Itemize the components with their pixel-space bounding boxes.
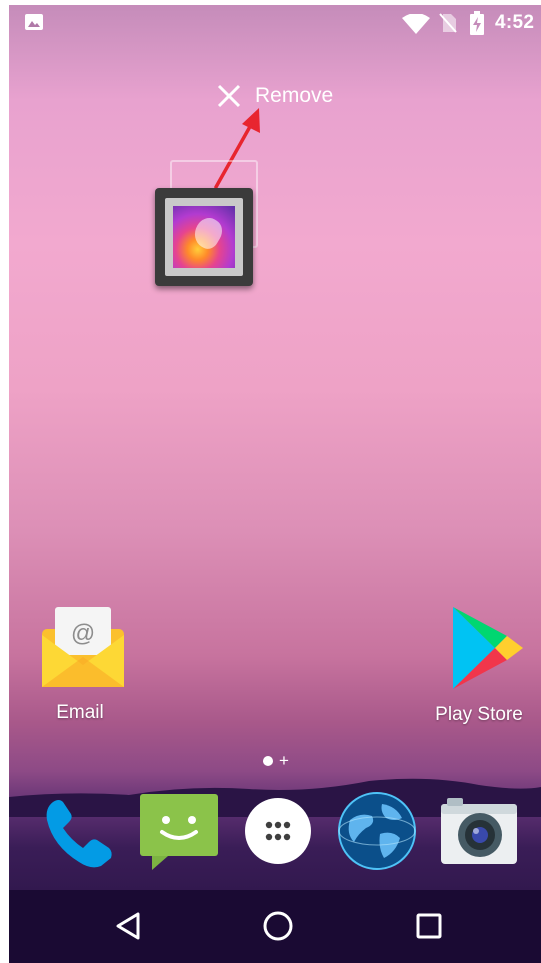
wifi-icon xyxy=(402,14,430,34)
home-screen: 4:52 Remove @ Email Play Store + xyxy=(9,5,541,963)
dock xyxy=(9,790,541,890)
gallery-app-icon[interactable] xyxy=(155,188,253,286)
gallery-picture xyxy=(173,206,235,268)
no-sim-icon xyxy=(439,13,457,33)
app-drawer-button[interactable] xyxy=(237,790,319,872)
battery-charging-icon xyxy=(470,11,484,35)
clock: 4:52 xyxy=(495,12,535,33)
phone-icon xyxy=(46,800,112,868)
status-bar: 4:52 xyxy=(9,5,541,39)
play-store-icon xyxy=(453,607,523,689)
play-store-label: Play Store xyxy=(435,704,523,725)
email-app[interactable]: @ Email xyxy=(30,605,130,724)
app-drawer-icon xyxy=(245,798,311,864)
navigation-bar xyxy=(9,890,541,963)
gallery-frame xyxy=(165,198,243,276)
recents-icon[interactable] xyxy=(411,908,447,944)
phone-app[interactable] xyxy=(39,790,121,872)
messaging-app[interactable] xyxy=(138,790,220,872)
globe-icon xyxy=(338,792,416,870)
browser-app[interactable] xyxy=(336,790,418,872)
home-icon[interactable] xyxy=(260,908,296,944)
email-envelope-icon: @ xyxy=(41,607,124,687)
email-label: Email xyxy=(56,702,104,723)
gallery-notification-icon xyxy=(25,14,43,30)
camera-app[interactable] xyxy=(437,790,519,872)
camera-icon xyxy=(441,798,517,864)
back-icon[interactable] xyxy=(110,908,146,944)
messaging-icon xyxy=(140,794,218,870)
svg-text:@: @ xyxy=(70,620,94,647)
play-store-app[interactable]: Play Store xyxy=(429,605,529,726)
